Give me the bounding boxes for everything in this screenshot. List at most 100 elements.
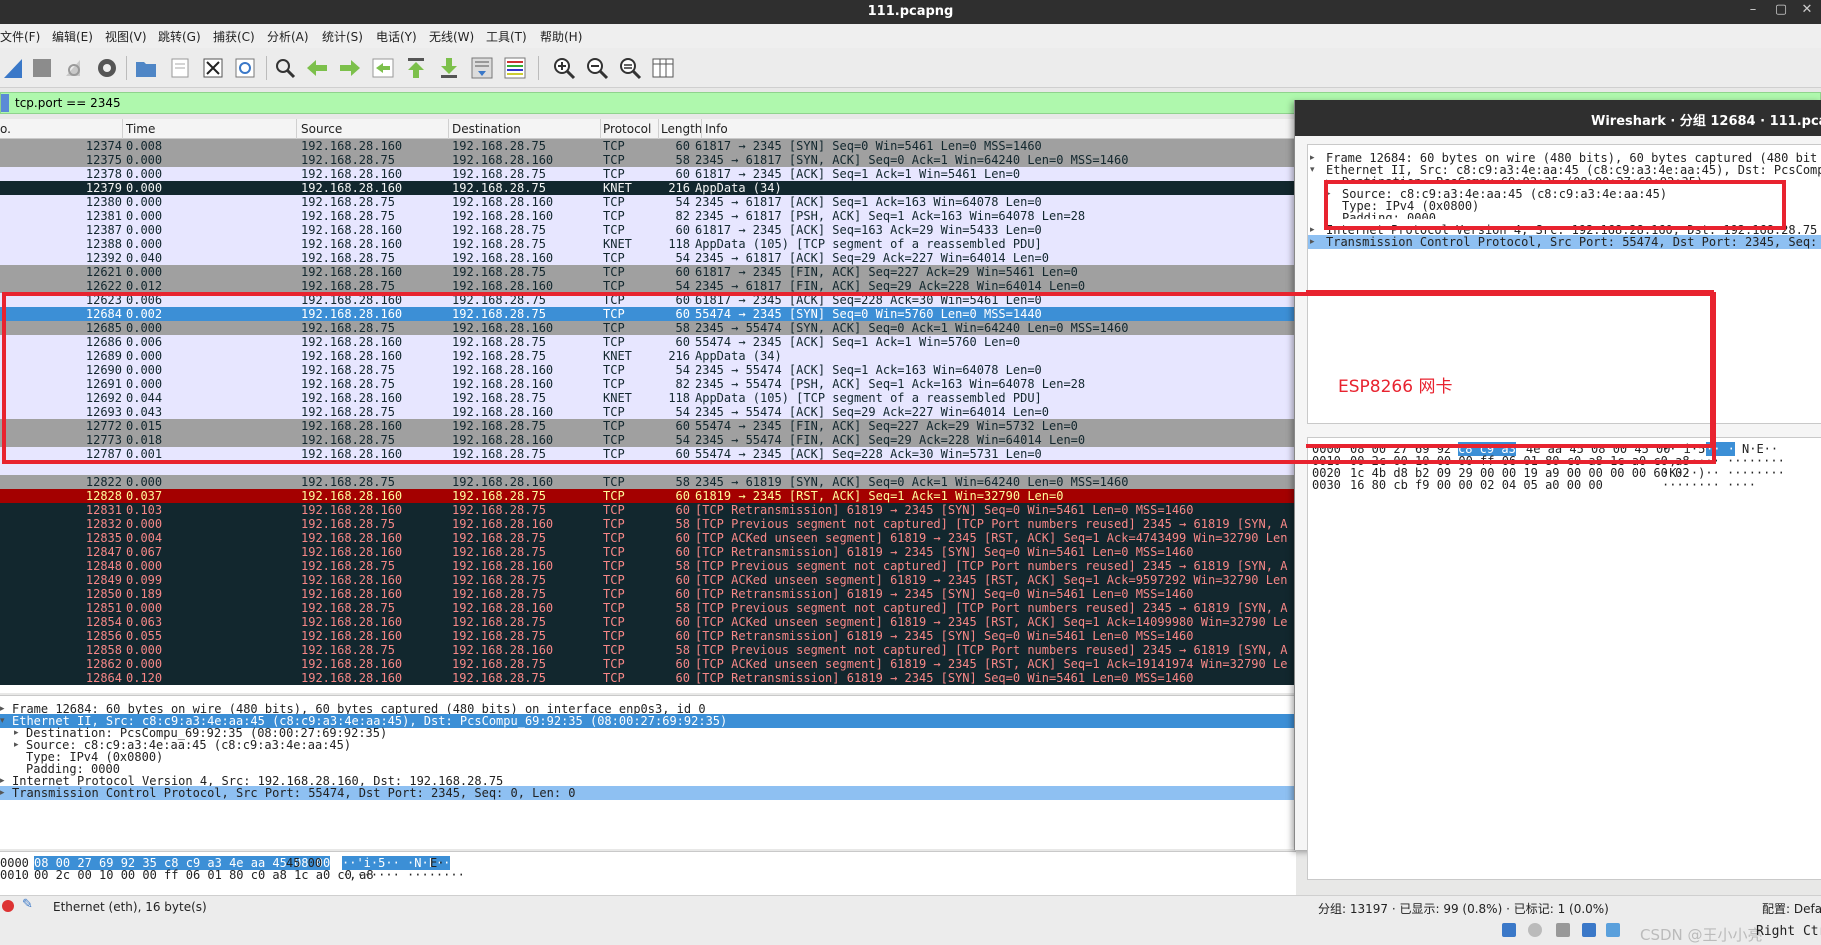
packet-row[interactable]: 12851 0.000 192.168.28.75 192.168.28.160 TCP… [0, 601, 1296, 615]
optical-drive-icon[interactable] [1528, 923, 1542, 937]
find-packet-icon[interactable] [273, 56, 297, 80]
packet-row[interactable]: 12622 0.012 192.168.28.75 192.168.28.160 TCP… [0, 279, 1296, 293]
packet-row[interactable]: 12848 0.000 192.168.28.75 192.168.28.160 TCP… [0, 559, 1296, 573]
resize-columns-icon[interactable] [651, 56, 675, 80]
packet-row[interactable]: 12375 0.000 192.168.28.75 192.168.28.160 TCP… [0, 153, 1296, 167]
go-back-icon[interactable] [305, 56, 329, 80]
column-divider[interactable] [448, 119, 449, 139]
reload-file-icon[interactable] [233, 56, 257, 80]
packet-row[interactable]: 12835 0.004 192.168.28.160 192.168.28.75 TCP… [0, 531, 1296, 545]
packet-row[interactable]: 12849 0.099 192.168.28.160 192.168.28.75 TCP… [0, 573, 1296, 587]
zoom-in-icon[interactable] [552, 56, 576, 80]
menu-wireless[interactable]: 无线(W) [429, 28, 474, 45]
autoscroll-icon[interactable] [470, 56, 494, 80]
packet-row[interactable]: 12847 0.067 192.168.28.160 192.168.28.75 TCP… [0, 545, 1296, 559]
hex-bytes[interactable]: 00 2c 00 10 00 00 ff 06 01 80 c0 a8 1c a… [34, 868, 374, 882]
cell-proto: TCP [603, 209, 625, 223]
packet-row[interactable]: 12832 0.000 192.168.28.75 192.168.28.160 TCP… [0, 517, 1296, 531]
first-packet-icon[interactable] [404, 56, 428, 80]
restart-capture-icon[interactable] [62, 56, 86, 80]
cell-len: 216 [668, 181, 690, 195]
packet-row[interactable]: 12864 0.120 192.168.28.160 192.168.28.75 TCP… [0, 671, 1296, 685]
bookmark-icon[interactable] [1, 94, 9, 112]
cell-src: 192.168.28.160 [301, 181, 403, 195]
menu-view[interactable]: 视图(V) [105, 28, 147, 45]
packet-row[interactable]: 12380 0.000 192.168.28.75 192.168.28.160 TCP… [0, 195, 1296, 209]
stop-capture-icon[interactable] [30, 56, 54, 80]
menu-go[interactable]: 跳转(G) [158, 28, 201, 45]
packet-row[interactable]: 12831 0.103 192.168.28.160 192.168.28.75 TCP… [0, 503, 1296, 517]
packet-row[interactable]: 12378 0.000 192.168.28.160 192.168.28.75 TCP… [0, 167, 1296, 181]
menu-file[interactable]: 文件(F) [0, 28, 40, 45]
column-header-protocol[interactable]: Protocol [603, 122, 651, 136]
detail-tree-item[interactable]: ▸ Transmission Control Protocol, Src Port… [0, 786, 1296, 800]
go-to-packet-icon[interactable] [371, 56, 395, 80]
close-file-icon[interactable] [201, 56, 225, 80]
shared-folder-icon[interactable] [1606, 923, 1620, 937]
column-divider[interactable] [296, 119, 297, 139]
packet-row[interactable]: 12854 0.063 192.168.28.160 192.168.28.75 TCP… [0, 615, 1296, 629]
packet-row[interactable]: 12856 0.055 192.168.28.160 192.168.28.75 TCP… [0, 629, 1296, 643]
column-divider[interactable] [701, 119, 702, 139]
cell-time: 0.099 [126, 573, 163, 587]
menu-statistics[interactable]: 统计(S) [322, 28, 363, 45]
menu-analyze[interactable]: 分析(A) [267, 28, 309, 45]
status-profile[interactable]: 配置: Defau [1762, 900, 1821, 917]
zoom-normal-icon[interactable] [618, 56, 642, 80]
column-header-no[interactable]: o. [0, 122, 11, 136]
cell-len: 60 [675, 223, 690, 237]
audio-icon[interactable] [1556, 923, 1570, 937]
column-header-source[interactable]: Source [301, 122, 342, 136]
ascii-text[interactable]: ········ ···· [1662, 478, 1756, 492]
packet-row[interactable]: 12392 0.040 192.168.28.75 192.168.28.160 TCP… [0, 251, 1296, 265]
last-packet-icon[interactable] [437, 56, 461, 80]
packet-row[interactable]: 12379 0.000 192.168.28.160 192.168.28.75 KNE… [0, 181, 1296, 195]
network-icon[interactable] [1582, 923, 1596, 937]
packet-row[interactable]: 12822 0.000 192.168.28.75 192.168.28.160 TCP… [0, 475, 1296, 489]
menu-capture[interactable]: 捕获(C) [213, 28, 255, 45]
hex-bytes[interactable]: 16 80 cb f9 00 00 02 04 05 a0 00 00 [1350, 478, 1603, 492]
column-header-time[interactable]: Time [126, 122, 155, 136]
column-divider[interactable] [122, 119, 123, 139]
popup-hex-row[interactable]: 0030 16 80 cb f9 00 00 02 04 05 a0 00 00 ·… [1308, 478, 1821, 492]
usb-icon[interactable] [1502, 923, 1516, 937]
save-file-icon[interactable] [168, 56, 192, 80]
display-filter-input[interactable]: tcp.port == 2345 [15, 96, 121, 110]
maximize-button[interactable]: ▢ [1770, 2, 1792, 20]
minimize-button[interactable]: – [1742, 2, 1764, 20]
packet-row[interactable]: 12381 0.000 192.168.28.75 192.168.28.160 TCP… [0, 209, 1296, 223]
menu-edit[interactable]: 编辑(E) [52, 28, 93, 45]
packet-row[interactable]: 12862 0.000 192.168.28.160 192.168.28.75 TCP… [0, 657, 1296, 671]
popup-tree-item[interactable]: ▸ Transmission Control Protocol, Src Port… [1308, 235, 1821, 249]
expand-arrow-icon[interactable]: ▸ [1310, 235, 1315, 249]
packet-row[interactable]: 12621 0.000 192.168.28.160 192.168.28.75 TCP… [0, 265, 1296, 279]
column-header-info[interactable]: Info [705, 122, 728, 136]
start-capture-icon[interactable] [2, 56, 26, 80]
cell-dst: 192.168.28.75 [452, 671, 546, 685]
open-file-icon[interactable] [134, 56, 158, 80]
expand-arrow-icon[interactable]: ▸ [0, 786, 5, 800]
packet-row[interactable]: 12828 0.037 192.168.28.160 192.168.28.75 TCP… [0, 489, 1296, 503]
colorize-icon[interactable] [503, 56, 527, 80]
cell-info: AppData (105) [TCP segment of a reassemb… [695, 237, 1042, 251]
packet-row[interactable]: 12858 0.000 192.168.28.75 192.168.28.160 TCP… [0, 643, 1296, 657]
menu-help[interactable]: 帮助(H) [540, 28, 582, 45]
packet-row[interactable]: 12388 0.000 192.168.28.160 192.168.28.75 KNE… [0, 237, 1296, 251]
column-divider[interactable] [658, 119, 659, 139]
packet-row[interactable]: 12374 0.008 192.168.28.160 192.168.28.75 TCP… [0, 139, 1296, 153]
hex-row[interactable]: 0010 00 2c 00 10 00 00 ff 06 01 80 c0 a8 … [0, 868, 1296, 882]
packet-row[interactable]: 12387 0.000 192.168.28.160 192.168.28.75 TCP… [0, 223, 1296, 237]
edit-comment-icon[interactable]: ✎ [22, 897, 33, 912]
column-header-length[interactable]: Length [661, 122, 702, 136]
close-button[interactable]: ✕ [1796, 2, 1818, 20]
menu-tools[interactable]: 工具(T) [486, 28, 527, 45]
column-header-destination[interactable]: Destination [452, 122, 521, 136]
column-divider[interactable] [600, 119, 601, 139]
go-forward-icon[interactable] [338, 56, 362, 80]
expert-info-icon[interactable] [2, 900, 14, 912]
packet-row[interactable]: 12850 0.189 192.168.28.160 192.168.28.75 TCP… [0, 587, 1296, 601]
capture-options-icon[interactable] [95, 56, 119, 80]
ascii-text[interactable]: ·,······ ········ [342, 868, 465, 882]
menu-telephony[interactable]: 电话(Y) [376, 28, 417, 45]
zoom-out-icon[interactable] [585, 56, 609, 80]
